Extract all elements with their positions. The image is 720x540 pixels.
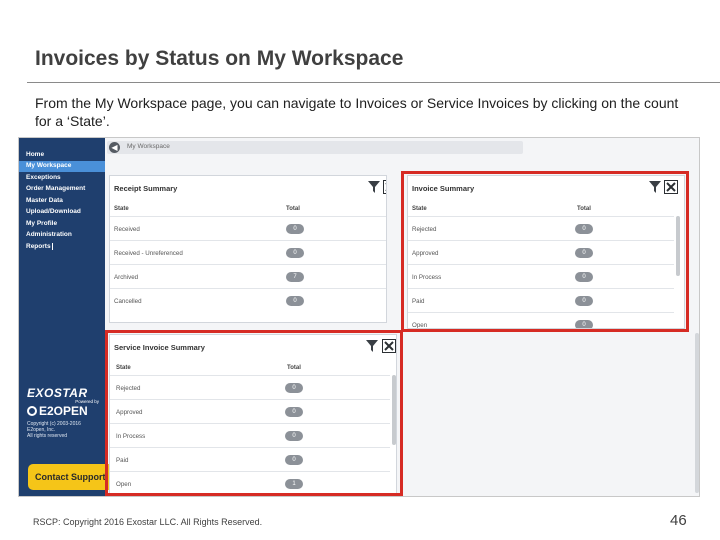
- panel-title: Receipt Summary: [114, 184, 178, 193]
- column-header-total: Total: [286, 206, 300, 212]
- e2open-wordmark: E2OPEN: [39, 404, 88, 418]
- invoice-summary-highlight: [401, 171, 689, 332]
- sidebar-item-reports-label: Reports: [26, 242, 51, 250]
- receipt-summary-panel: Receipt Summary State Total Received 0 R…: [109, 175, 387, 323]
- row-state: Archived: [114, 274, 139, 281]
- row-state: Cancelled: [114, 298, 142, 305]
- sidebar-item-my-profile[interactable]: My Profile: [19, 218, 105, 230]
- table-row: Archived 7: [110, 264, 386, 288]
- page-number: 46: [670, 512, 687, 529]
- text-cursor: [51, 242, 53, 250]
- page-scrollbar[interactable]: [695, 333, 699, 493]
- row-count-pill[interactable]: 0: [286, 296, 304, 306]
- breadcrumb: My Workspace: [127, 143, 170, 150]
- sidebar-nav: Home My Workspace Exceptions Order Manag…: [19, 149, 105, 253]
- copyright-line: All rights reserved: [27, 433, 68, 439]
- sidebar-item-my-workspace[interactable]: My Workspace: [19, 160, 105, 172]
- sidebar-item-master-data[interactable]: Master Data: [19, 195, 105, 207]
- slide-body-text: From the My Workspace page, you can navi…: [35, 95, 679, 129]
- service-invoice-summary-highlight: [105, 330, 403, 496]
- table-row: Received - Unreferenced 0: [110, 240, 386, 264]
- filter-icon[interactable]: [368, 181, 380, 193]
- sidebar: Home My Workspace Exceptions Order Manag…: [19, 138, 118, 496]
- panel-header: Receipt Summary: [110, 176, 386, 200]
- row-count-pill[interactable]: 0: [286, 248, 304, 258]
- close-icon[interactable]: [383, 180, 387, 194]
- table-row: Received 0: [110, 216, 386, 240]
- row-state: Received - Unreferenced: [114, 250, 183, 257]
- app-screenshot: Home My Workspace Exceptions Order Manag…: [18, 137, 700, 497]
- slide-title: Invoices by Status on My Workspace: [35, 47, 404, 70]
- sidebar-item-exceptions[interactable]: Exceptions: [19, 172, 105, 184]
- brand-block: EXOSTAR Powered by E2OPEN Copyright (c) …: [27, 386, 107, 439]
- sidebar-item-administration[interactable]: Administration: [19, 230, 105, 242]
- copyright-block: Copyright (c) 2003-2016 E2open, Inc. All…: [27, 421, 107, 439]
- sidebar-item-upload-download[interactable]: Upload/Download: [19, 207, 105, 219]
- e2open-logo: E2OPEN: [27, 404, 107, 418]
- breadcrumb-bar: ◀ My Workspace: [107, 141, 523, 154]
- row-count-pill[interactable]: 7: [286, 272, 304, 282]
- sidebar-item-home[interactable]: Home: [19, 149, 105, 161]
- title-divider: [27, 82, 720, 83]
- back-icon[interactable]: ◀: [109, 142, 120, 153]
- exostar-logo: EXOSTAR: [27, 386, 88, 400]
- footer-copyright: RSCP: Copyright 2016 Exostar LLC. All Ri…: [33, 517, 263, 527]
- table-row: Cancelled 0: [110, 288, 386, 312]
- sidebar-item-reports[interactable]: Reports: [19, 241, 105, 253]
- sidebar-item-order-management[interactable]: Order Management: [19, 184, 105, 196]
- column-header-state: State: [114, 206, 129, 212]
- row-state: Received: [114, 226, 140, 233]
- row-count-pill[interactable]: 0: [286, 224, 304, 234]
- e2open-mark-icon: [27, 406, 37, 416]
